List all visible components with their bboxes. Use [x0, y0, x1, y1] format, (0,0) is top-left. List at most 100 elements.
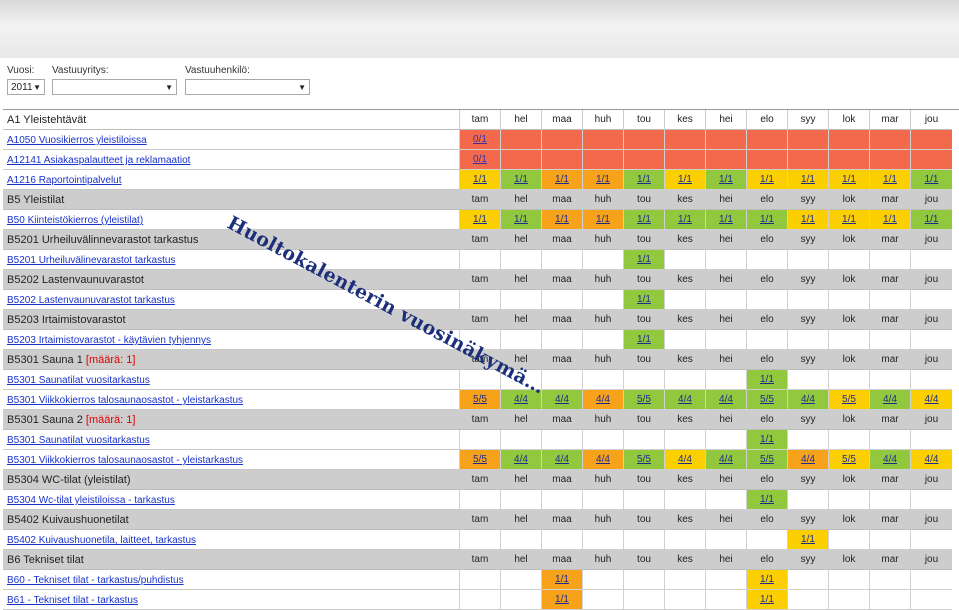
- person-select[interactable]: ▼: [185, 79, 310, 95]
- completion-link[interactable]: 1/1: [555, 174, 569, 185]
- completion-link[interactable]: 4/4: [555, 394, 569, 405]
- completion-link[interactable]: 4/4: [596, 394, 610, 405]
- completion-link[interactable]: 1/1: [883, 214, 897, 225]
- task-link[interactable]: B5301 Viikkokierros talosaunaosastot - y…: [7, 455, 243, 466]
- completion-link[interactable]: 0/1: [473, 134, 487, 145]
- completion-link[interactable]: 1/1: [842, 174, 856, 185]
- group-header-row: B5203 Irtaimistovarastot tam hel maa huh tou k…: [3, 310, 959, 330]
- completion-link[interactable]: 1/1: [473, 214, 487, 225]
- month-header-elo: elo: [746, 270, 787, 290]
- completion-link[interactable]: 1/1: [760, 174, 774, 185]
- completion-link[interactable]: 4/4: [514, 394, 528, 405]
- completion-link[interactable]: 1/1: [760, 494, 774, 505]
- month-header-hei: hei: [705, 190, 746, 210]
- completion-link[interactable]: 1/1: [801, 534, 815, 545]
- month-cell-elo: 1/1: [746, 210, 787, 230]
- completion-link[interactable]: 1/1: [883, 174, 897, 185]
- completion-link[interactable]: 1/1: [719, 214, 733, 225]
- month-header-tou: tou: [623, 510, 664, 530]
- completion-link[interactable]: 4/4: [719, 454, 733, 465]
- completion-link[interactable]: 4/4: [801, 454, 815, 465]
- task-link[interactable]: B5201 Urheiluvälinevarastot tarkastus: [7, 255, 175, 266]
- month-cell-jou: [910, 370, 952, 390]
- month-cell-kes: [664, 250, 705, 270]
- month-cell-tou: [623, 130, 664, 150]
- completion-link[interactable]: 1/1: [637, 334, 651, 345]
- completion-link[interactable]: 1/1: [637, 294, 651, 305]
- completion-link[interactable]: 1/1: [473, 174, 487, 185]
- completion-link[interactable]: 4/4: [719, 394, 733, 405]
- completion-link[interactable]: 5/5: [473, 454, 487, 465]
- month-cell-kes: [664, 290, 705, 310]
- completion-link[interactable]: 5/5: [637, 394, 651, 405]
- task-link[interactable]: B5301 Saunatilat vuositarkastus: [7, 435, 150, 446]
- completion-link[interactable]: 1/1: [637, 254, 651, 265]
- year-select[interactable]: 2011 ▼: [7, 79, 45, 95]
- completion-link[interactable]: 1/1: [678, 214, 692, 225]
- completion-link[interactable]: 1/1: [719, 174, 733, 185]
- completion-link[interactable]: 5/5: [760, 394, 774, 405]
- task-link[interactable]: A12141 Asiakaspalautteet ja reklamaatiot: [7, 155, 190, 166]
- completion-link[interactable]: 4/4: [925, 454, 939, 465]
- completion-link[interactable]: 1/1: [760, 434, 774, 445]
- completion-link[interactable]: 1/1: [801, 214, 815, 225]
- group-title: B5304 WC-tilat (yleistilat): [7, 474, 131, 486]
- responsibility-select[interactable]: ▼: [52, 79, 177, 95]
- completion-link[interactable]: 1/1: [596, 174, 610, 185]
- completion-link[interactable]: 1/1: [760, 214, 774, 225]
- month-cell-tam: [459, 530, 500, 550]
- task-link[interactable]: B60 - Tekniset tilat - tarkastus/puhdist…: [7, 575, 184, 586]
- completion-link[interactable]: 5/5: [637, 454, 651, 465]
- completion-link[interactable]: 4/4: [678, 454, 692, 465]
- completion-link[interactable]: 1/1: [925, 214, 939, 225]
- completion-link[interactable]: 1/1: [760, 594, 774, 605]
- completion-link[interactable]: 1/1: [637, 174, 651, 185]
- completion-link[interactable]: 5/5: [760, 454, 774, 465]
- task-link[interactable]: B5202 Lastenvaunuvarastot tarkastus: [7, 295, 175, 306]
- task-link[interactable]: B61 - Tekniset tilat - tarkastus: [7, 595, 138, 606]
- completion-link[interactable]: 4/4: [925, 394, 939, 405]
- completion-link[interactable]: 5/5: [842, 394, 856, 405]
- month-cell-kes: 4/4: [664, 450, 705, 470]
- month-cell-jou: [910, 590, 952, 610]
- completion-link[interactable]: 1/1: [555, 574, 569, 585]
- month-header-hel: hel: [500, 230, 541, 250]
- completion-link[interactable]: 1/1: [678, 174, 692, 185]
- task-link[interactable]: B5304 Wc-tilat yleistiloissa - tarkastus: [7, 495, 175, 506]
- completion-link[interactable]: 1/1: [842, 214, 856, 225]
- completion-link[interactable]: 0/1: [473, 154, 487, 165]
- completion-link[interactable]: 1/1: [801, 174, 815, 185]
- completion-link[interactable]: 5/5: [473, 394, 487, 405]
- completion-link[interactable]: 4/4: [596, 454, 610, 465]
- month-cell-hei: [705, 370, 746, 390]
- completion-link[interactable]: 1/1: [925, 174, 939, 185]
- task-name: B61 - Tekniset tilat - tarkastus: [3, 590, 459, 610]
- task-link[interactable]: B5301 Viikkokierros talosaunaosastot - y…: [7, 395, 243, 406]
- completion-link[interactable]: 1/1: [596, 214, 610, 225]
- completion-link[interactable]: 1/1: [514, 174, 528, 185]
- month-cell-hel: [500, 130, 541, 150]
- completion-link[interactable]: 4/4: [678, 394, 692, 405]
- completion-link[interactable]: 1/1: [555, 594, 569, 605]
- month-header-elo: elo: [746, 110, 787, 130]
- completion-link[interactable]: 4/4: [801, 394, 815, 405]
- task-link[interactable]: B5203 Irtaimistovarastot - käytävien tyh…: [7, 335, 211, 346]
- task-link[interactable]: A1216 Raportointipalvelut: [7, 175, 122, 186]
- completion-link[interactable]: 1/1: [760, 374, 774, 385]
- task-link[interactable]: B5301 Saunatilat vuositarkastus: [7, 375, 150, 386]
- completion-link[interactable]: 1/1: [555, 214, 569, 225]
- task-row: B61 - Tekniset tilat - tarkastus 1/1 1/1: [3, 590, 959, 610]
- task-link[interactable]: A1050 Vuosikierros yleistiloissa: [7, 135, 147, 146]
- completion-link[interactable]: 4/4: [514, 454, 528, 465]
- completion-link[interactable]: 1/1: [637, 214, 651, 225]
- task-link[interactable]: B50 Kiinteistökierros (yleistilat): [7, 215, 143, 226]
- month-cell-jou: 1/1: [910, 170, 952, 190]
- month-header-huh: huh: [582, 350, 623, 370]
- completion-link[interactable]: 1/1: [760, 574, 774, 585]
- completion-link[interactable]: 5/5: [842, 454, 856, 465]
- completion-link[interactable]: 1/1: [514, 214, 528, 225]
- completion-link[interactable]: 4/4: [555, 454, 569, 465]
- completion-link[interactable]: 4/4: [883, 394, 897, 405]
- task-link[interactable]: B5402 Kuivaushuonetila, laitteet, tarkas…: [7, 535, 196, 546]
- completion-link[interactable]: 4/4: [883, 454, 897, 465]
